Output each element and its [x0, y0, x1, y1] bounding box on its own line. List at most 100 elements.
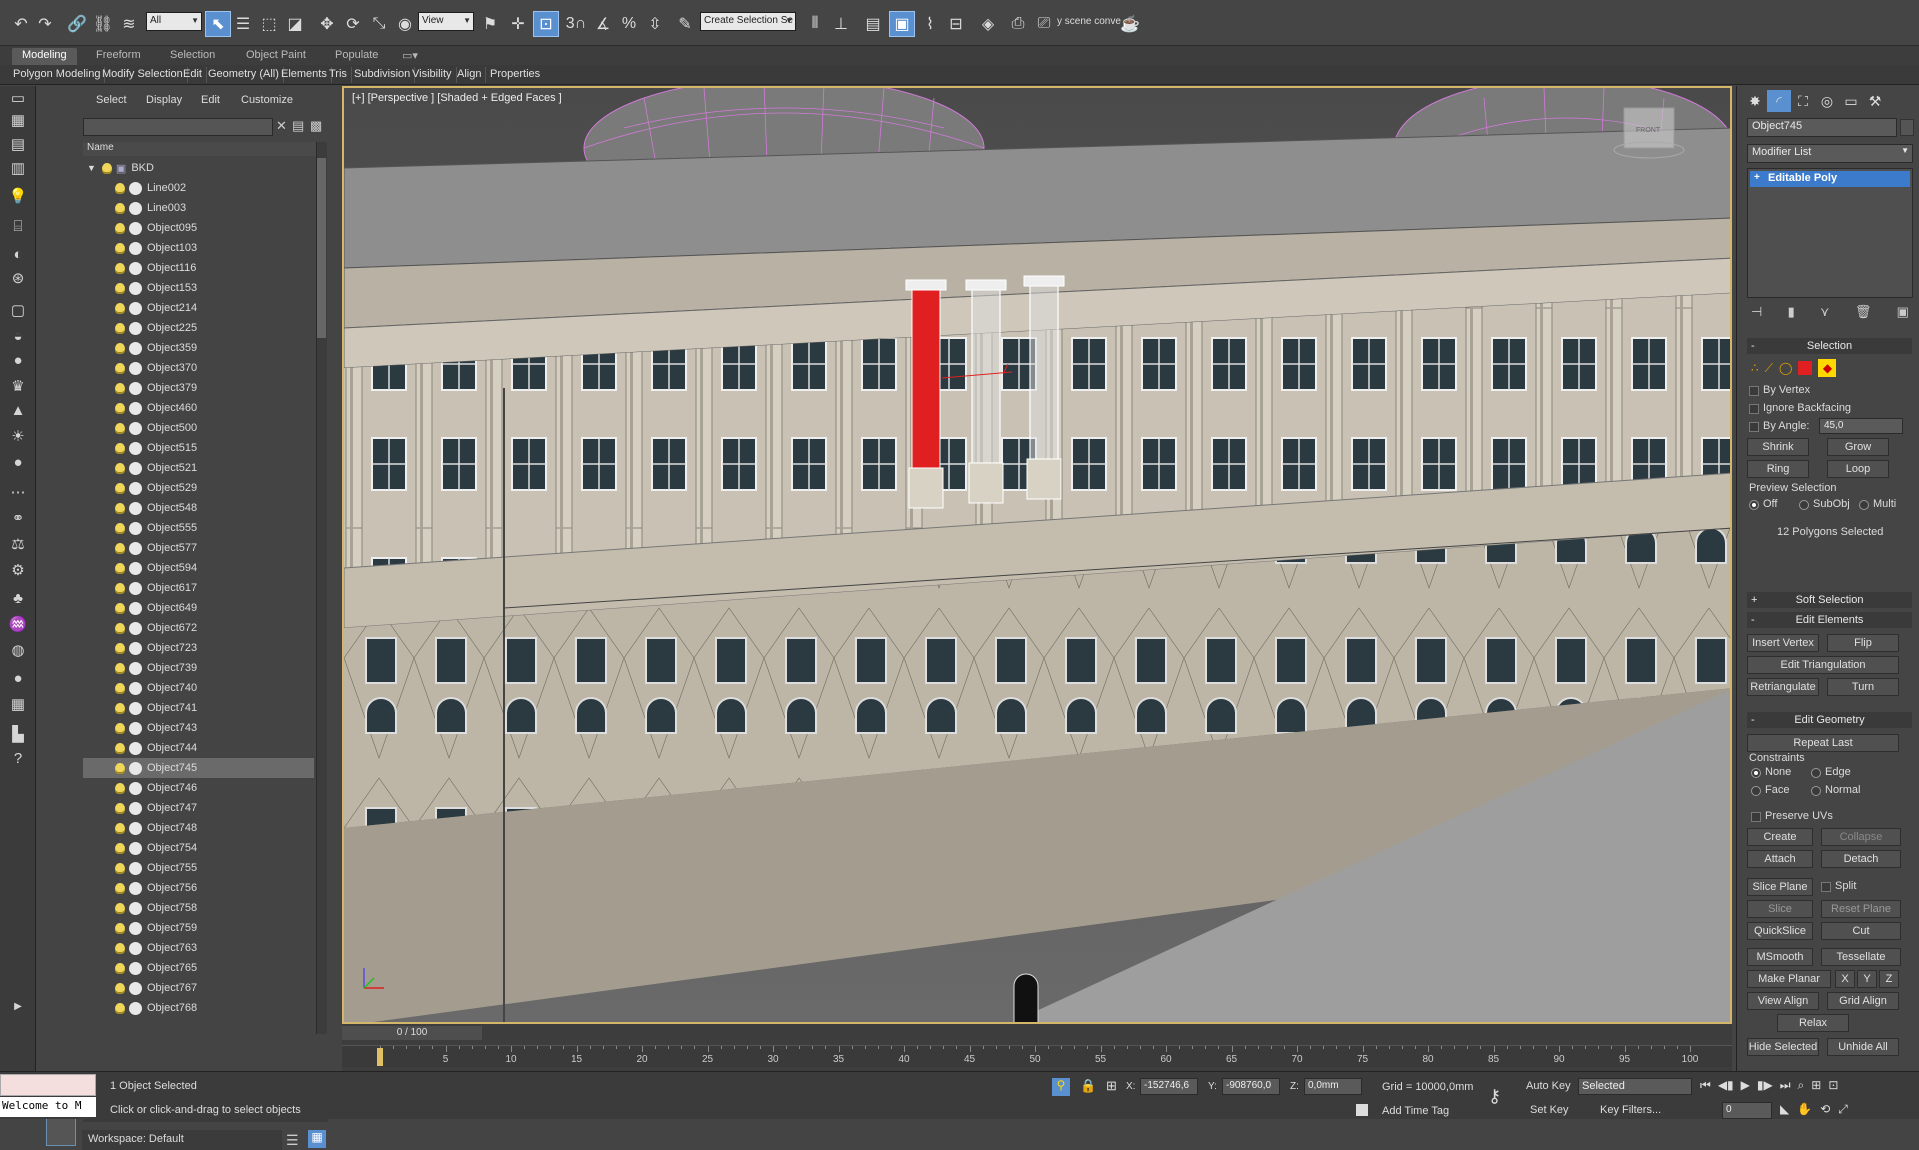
key-filters-button[interactable]: Key Filters...: [1600, 1104, 1661, 1116]
list-item[interactable]: Object515: [83, 438, 314, 458]
list-item[interactable]: Object460: [83, 398, 314, 418]
ribbon-align[interactable]: Align: [453, 67, 487, 83]
scale-icon[interactable]: ⤡: [366, 11, 392, 37]
display-all-objects-icon[interactable]: ●: [5, 450, 31, 474]
list-item[interactable]: Object103: [83, 238, 314, 258]
auto-expand-icon[interactable]: ♣: [5, 586, 31, 610]
list-item[interactable]: Object594: [83, 558, 314, 578]
list-item[interactable]: Object767: [83, 978, 314, 998]
help-icon[interactable]: ?: [5, 746, 31, 770]
edge-level-icon[interactable]: ⟋: [1765, 361, 1773, 376]
maxscript-listener[interactable]: Welcome to M: [0, 1097, 96, 1117]
keyboard-shortcut-icon[interactable]: ⊡: [533, 11, 559, 37]
column-header-name[interactable]: Name: [83, 142, 326, 156]
time-cursor[interactable]: [377, 1048, 383, 1066]
by-vertex-checkbox[interactable]: [1749, 386, 1759, 396]
menu-display[interactable]: Display: [146, 94, 182, 106]
tab-selection[interactable]: Selection: [160, 48, 225, 65]
selection-lock-icon[interactable]: 🔒: [1080, 1078, 1096, 1094]
msmooth-button[interactable]: MSmooth: [1747, 948, 1813, 966]
perspective-viewport[interactable]: [+] [Perspective ] [Shaded + Edged Faces…: [342, 86, 1732, 1024]
light-bulb-icon[interactable]: [115, 242, 125, 254]
y-coord-field[interactable]: -908760,0: [1222, 1078, 1280, 1095]
play-icon[interactable]: ▶: [1741, 1078, 1750, 1096]
hierarchy-tab-icon[interactable]: ⛶: [1791, 90, 1815, 112]
list-item[interactable]: Object529: [83, 478, 314, 498]
mirror-icon[interactable]: ⫴: [802, 11, 828, 37]
light-bulb-icon[interactable]: [115, 202, 125, 214]
ribbon-visibility[interactable]: Visibility: [408, 67, 457, 83]
zoom-icon[interactable]: ⌕: [1798, 1078, 1805, 1096]
utilities-tab-icon[interactable]: ⚒: [1863, 90, 1887, 112]
hf-icon[interactable]: ♒: [5, 612, 31, 636]
detach-button[interactable]: Detach: [1821, 850, 1901, 868]
maxscript-listener-pink[interactable]: [0, 1074, 96, 1096]
rollout-selection[interactable]: Selection: [1747, 338, 1912, 354]
list-item[interactable]: Object548: [83, 498, 314, 518]
workspace-dropdown[interactable]: Workspace: Default: [82, 1130, 282, 1150]
fov-icon[interactable]: ◣: [1780, 1102, 1789, 1120]
list-item[interactable]: Object225: [83, 318, 314, 338]
make-planar-button[interactable]: Make Planar: [1747, 970, 1831, 988]
light-bulb-icon[interactable]: [115, 982, 125, 994]
reference-coord-dropdown[interactable]: View: [418, 12, 474, 31]
light-bulb-icon[interactable]: [115, 442, 125, 454]
scene-explorer-toggle-icon[interactable]: ▣: [889, 11, 915, 37]
constraint-normal-radio[interactable]: [1811, 786, 1821, 796]
collapse-all-icon[interactable]: ▙: [5, 722, 31, 746]
link-icon[interactable]: 🔗: [64, 11, 90, 37]
constraint-edge-radio[interactable]: [1811, 768, 1821, 778]
display-all-icon[interactable]: ▦: [5, 108, 31, 132]
select-manipulate-icon[interactable]: ✛: [505, 11, 531, 37]
rollout-edit-elements[interactable]: Edit Elements: [1747, 612, 1912, 628]
list-item[interactable]: Object756: [83, 878, 314, 898]
render-teapot-icon[interactable]: ☕: [1117, 11, 1143, 37]
time-slider[interactable]: 0 / 100: [342, 1026, 482, 1040]
rollout-edit-geometry[interactable]: Edit Geometry: [1747, 712, 1912, 728]
zoom-all-icon[interactable]: ⊞: [1811, 1078, 1821, 1096]
display-frozen-icon[interactable]: ▲: [5, 398, 31, 422]
orbit-icon[interactable]: ⟲: [1820, 1102, 1830, 1120]
list-item[interactable]: Line003: [83, 198, 314, 218]
selection-filter-dropdown[interactable]: All: [146, 12, 202, 31]
list-item[interactable]: Object649: [83, 598, 314, 618]
preview-multi-radio[interactable]: [1859, 500, 1869, 510]
light-bulb-icon[interactable]: [115, 862, 125, 874]
rollout-soft-selection[interactable]: Soft Selection: [1747, 592, 1912, 608]
light-bulb-icon[interactable]: [115, 502, 125, 514]
angle-spinner[interactable]: 45,0: [1819, 418, 1903, 434]
undo-icon[interactable]: ↶: [8, 11, 34, 37]
maximize-viewport-icon[interactable]: ⤢: [1838, 1102, 1848, 1120]
x-coord-field[interactable]: -152746,6: [1140, 1078, 1198, 1095]
z-coord-field[interactable]: 0,0mm: [1304, 1078, 1362, 1095]
set-key-button[interactable]: Set Key: [1530, 1104, 1569, 1116]
viewport-label[interactable]: [+] [Perspective ] [Shaded + Edged Faces…: [352, 92, 562, 104]
ribbon-subdivision[interactable]: Subdivision: [350, 67, 416, 83]
list-item[interactable]: Object116: [83, 258, 314, 278]
light-bulb-icon[interactable]: [115, 662, 125, 674]
light-bulb-icon[interactable]: [115, 1002, 125, 1014]
ribbon-polygon-modeling[interactable]: Polygon Modeling: [9, 67, 106, 83]
absolute-mode-icon[interactable]: ⊞: [1106, 1078, 1117, 1094]
list-item[interactable]: Object370: [83, 358, 314, 378]
display-containers-icon[interactable]: ♛: [5, 374, 31, 398]
expand-all-icon[interactable]: ▦: [5, 692, 31, 716]
rect-selection-icon[interactable]: ⬚: [256, 11, 282, 37]
list-item[interactable]: Object746: [83, 778, 314, 798]
collapse-arrow-icon[interactable]: ▼: [87, 163, 96, 173]
light-bulb-icon[interactable]: [115, 182, 125, 194]
zoom-extents-icon[interactable]: ⊡: [1828, 1078, 1838, 1096]
light-bulb-icon[interactable]: [115, 462, 125, 474]
light-bulb-icon[interactable]: [115, 962, 125, 974]
light-bulb-icon[interactable]: [115, 262, 125, 274]
list-item[interactable]: Object214: [83, 298, 314, 318]
isolate-selection-icon[interactable]: ⚲: [1052, 1078, 1070, 1096]
percent-snap-icon[interactable]: %: [616, 11, 642, 37]
pan-icon[interactable]: ✋: [1797, 1102, 1812, 1120]
grow-button[interactable]: Grow: [1827, 438, 1889, 456]
remove-modifier-icon[interactable]: 🗑: [1855, 304, 1872, 324]
display-xrefs-icon[interactable]: ◒: [5, 324, 31, 348]
unlink-icon[interactable]: ⛓: [90, 11, 116, 37]
display-hidden-icon[interactable]: ☀: [5, 424, 31, 448]
relax-button[interactable]: Relax: [1777, 1014, 1849, 1032]
